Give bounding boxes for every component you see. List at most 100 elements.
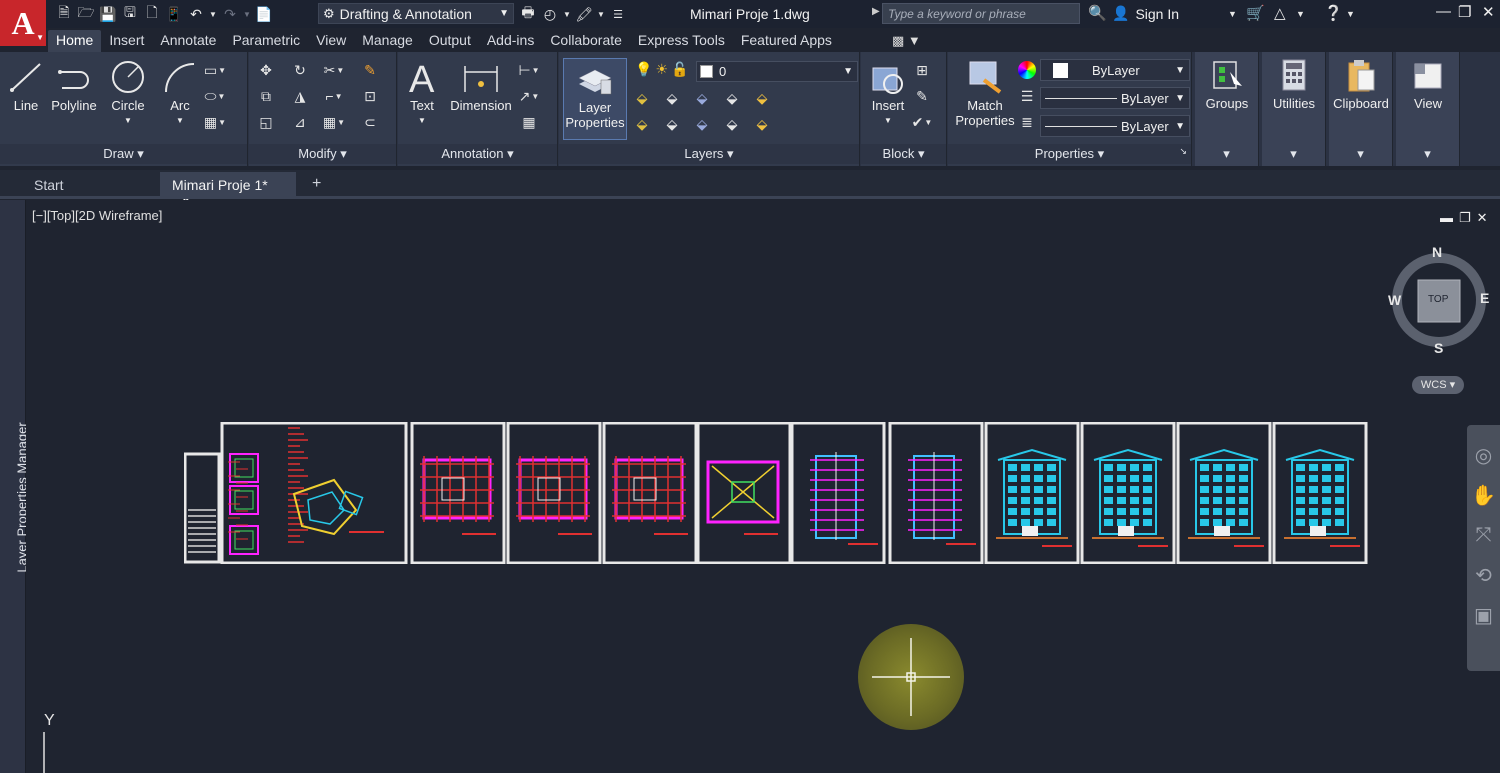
compass-north[interactable]: N xyxy=(1432,244,1442,260)
line-tool-button[interactable]: Line xyxy=(8,58,44,113)
orbit-icon[interactable]: ⟲ xyxy=(1467,555,1500,595)
undo-dropdown-icon[interactable]: ▼ xyxy=(208,4,218,24)
tab-start[interactable]: Start xyxy=(22,172,76,198)
tab-parametric[interactable]: Parametric xyxy=(224,30,308,52)
make-current-icon[interactable]: ⬙ xyxy=(751,88,773,108)
new-tab-button[interactable]: + xyxy=(300,172,333,198)
create-block-icon[interactable]: ⊞ xyxy=(911,60,933,80)
zoom-extents-icon[interactable]: ⤧ xyxy=(1467,515,1500,555)
sheet-set-icon[interactable]: 📄 xyxy=(254,4,274,24)
layer-unlock-icon[interactable]: ⬙ xyxy=(721,114,743,134)
tab-add-ins[interactable]: Add-ins xyxy=(479,30,542,52)
draw-panel-title[interactable]: Draw ▾ xyxy=(0,144,247,164)
mirror-icon[interactable]: ◮ xyxy=(289,86,311,106)
rotate-icon[interactable]: ↻ xyxy=(289,60,311,80)
viewport-controls[interactable]: [−][Top][2D Wireframe] xyxy=(32,208,162,223)
tab-output[interactable]: Output xyxy=(421,30,479,52)
explode-icon[interactable]: ⊡ xyxy=(359,86,381,106)
chevron-down-icon[interactable]: ▼ xyxy=(1346,9,1355,19)
a360-icon[interactable]: △ xyxy=(1274,4,1286,22)
cart-icon[interactable]: 🛒 xyxy=(1246,4,1265,22)
binoculars-icon[interactable]: 🔍 xyxy=(1088,4,1107,22)
layer-dropdown[interactable]: 0 ▼ xyxy=(696,61,858,82)
viewcube-face-top[interactable]: TOP xyxy=(1428,294,1448,305)
dropdown-icon[interactable]: ▼ xyxy=(596,4,606,24)
steering-wheel-icon[interactable]: ◎ xyxy=(1467,435,1500,475)
new-file-icon[interactable]: 🗎 xyxy=(54,4,74,24)
compass-east[interactable]: E xyxy=(1480,290,1489,306)
edit-attributes-icon[interactable]: ✔ ▼ xyxy=(911,112,933,132)
compass-west[interactable]: W xyxy=(1388,292,1401,308)
fillet-icon[interactable]: ⌐ ▼ xyxy=(323,86,345,106)
bulb-icon[interactable]: 💡 xyxy=(635,61,652,78)
chevron-down-icon[interactable]: ▼ xyxy=(1228,9,1237,19)
tab-featured-apps[interactable]: Featured Apps xyxy=(733,30,840,52)
layer-lock-icon[interactable]: ⬙ xyxy=(721,88,743,108)
clipboard-panel[interactable]: Clipboard ▾ xyxy=(1329,52,1393,166)
dimension-tool-button[interactable]: Dimension xyxy=(448,58,514,113)
erase-icon[interactable]: ✎ xyxy=(359,60,381,80)
properties-panel-title[interactable]: Properties ▾ ↘ xyxy=(948,144,1191,164)
close-icon[interactable]: ✕ xyxy=(1482,3,1495,21)
tab-express-tools[interactable]: Express Tools xyxy=(630,30,733,52)
stretch-icon[interactable]: ◱ xyxy=(255,112,277,132)
match-properties-button[interactable]: Match Properties xyxy=(952,58,1018,128)
ribbon-minimize-icon[interactable]: ▩ ▼ xyxy=(892,33,921,49)
text-tool-button[interactable]: A Text ▼ xyxy=(404,58,440,128)
edit-block-icon[interactable]: ✎ xyxy=(911,86,933,106)
compass-south[interactable]: S xyxy=(1434,340,1443,356)
redo-icon[interactable]: ↷ xyxy=(220,4,240,24)
scale-icon[interactable]: ⊿ xyxy=(289,112,311,132)
ellipse-icon[interactable]: ⬭ ▼ xyxy=(204,86,226,106)
annotation-panel-title[interactable]: Annotation ▾ xyxy=(398,144,557,164)
layer-off-icon[interactable]: ⬙ xyxy=(631,88,653,108)
sun-icon[interactable]: ☀ xyxy=(655,61,668,78)
minimize-icon[interactable]: ▬ xyxy=(1440,210,1459,225)
open-folder-icon[interactable]: 🗁 xyxy=(76,4,96,24)
dialog-launcher-icon[interactable]: ↘ xyxy=(1179,146,1187,157)
close-icon[interactable]: ✕ xyxy=(1477,210,1494,225)
wcs-menu[interactable]: WCS ▾ xyxy=(1412,376,1464,394)
polyline-tool-button[interactable]: Polyline xyxy=(48,58,100,113)
dropdown-icon[interactable]: ▼ xyxy=(562,4,572,24)
layer-unisolate-icon[interactable]: ⬙ xyxy=(661,114,683,134)
showmotion-icon[interactable]: ▣ xyxy=(1467,595,1500,635)
groups-panel[interactable]: Groups ▾ xyxy=(1195,52,1259,166)
restore-icon[interactable]: ❐ xyxy=(1458,3,1471,21)
match-properties-icon[interactable]: ◴ xyxy=(540,4,560,24)
save-icon[interactable]: 💾 xyxy=(98,4,118,24)
tab-home[interactable]: Home xyxy=(48,30,102,52)
layer-isolate-icon[interactable]: ⬙ xyxy=(661,88,683,108)
application-menu-button[interactable]: A ▼ xyxy=(0,0,46,46)
minimize-icon[interactable]: — xyxy=(1436,3,1451,20)
view-panel[interactable]: View ▾ xyxy=(1396,52,1460,166)
move-icon[interactable]: ✥ xyxy=(255,60,277,80)
layers-panel-title[interactable]: Layers ▾ xyxy=(559,144,859,164)
tab-view[interactable]: View xyxy=(308,30,354,52)
sign-in-button[interactable]: 👤 Sign In xyxy=(1112,5,1179,22)
help-icon[interactable]: ❔ xyxy=(1324,4,1343,22)
tab-collaborate[interactable]: Collaborate xyxy=(542,30,630,52)
utilities-panel[interactable]: Utilities ▾ xyxy=(1262,52,1326,166)
insert-block-button[interactable]: Insert ▼ xyxy=(865,58,911,128)
trim-icon[interactable]: ✂ ▼ xyxy=(323,60,345,80)
modify-panel-title[interactable]: Modify ▾ xyxy=(249,144,396,164)
lineweight-dropdown[interactable]: ByLayer ▼ xyxy=(1040,87,1190,109)
array-icon[interactable]: ▦ ▼ xyxy=(323,112,345,132)
layer-thaw-icon[interactable]: ⬙ xyxy=(691,114,713,134)
tab-manage[interactable]: Manage xyxy=(354,30,421,52)
match-layer-icon[interactable]: ⬙ xyxy=(751,114,773,134)
save-as-icon[interactable]: 🖫 xyxy=(120,4,140,24)
share-icon[interactable]: 🖍 xyxy=(574,4,594,24)
customize-qat-icon[interactable]: ☰ xyxy=(608,4,628,24)
redo-dropdown-icon[interactable]: ▼ xyxy=(242,4,252,24)
block-panel-title[interactable]: Block ▾ xyxy=(861,144,946,164)
tab-insert[interactable]: Insert xyxy=(101,30,152,52)
copy-icon[interactable]: ⧉ xyxy=(255,86,277,106)
table-icon[interactable]: ▦ xyxy=(518,112,540,132)
linear-dimension-icon[interactable]: ⊢ ▼ xyxy=(518,60,540,80)
offset-icon[interactable]: ⊂ xyxy=(359,112,381,132)
viewcube[interactable]: N S E W TOP xyxy=(1388,244,1490,365)
restore-icon[interactable]: ❐ xyxy=(1459,210,1477,225)
tab-active-drawing[interactable]: Mimari Proje 1* ✕ xyxy=(160,172,296,209)
